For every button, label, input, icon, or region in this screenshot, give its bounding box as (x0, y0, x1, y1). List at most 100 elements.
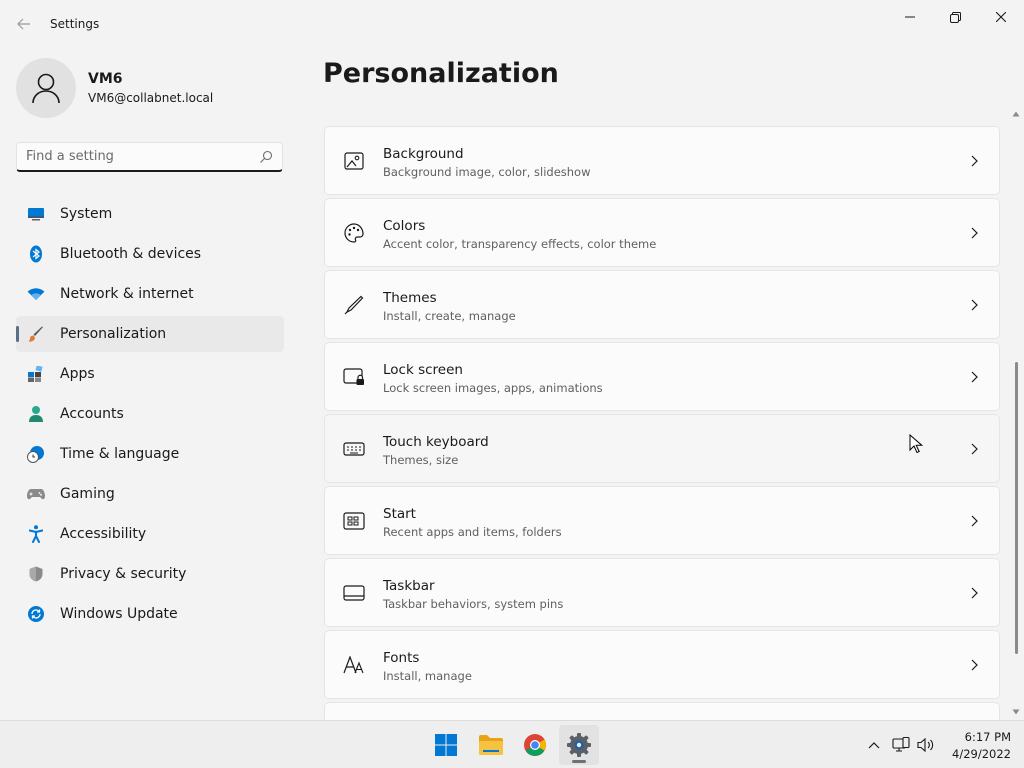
card-touch-keyboard[interactable]: Touch keyboard Themes, size (324, 414, 1000, 483)
wifi-icon (27, 285, 45, 303)
minimize-button[interactable] (887, 4, 933, 30)
user-icon (32, 73, 60, 104)
chevron-right-icon (971, 155, 978, 167)
sidebar-item-windows-update[interactable]: Windows Update (16, 596, 284, 632)
sidebar-item-label: Accessibility (60, 526, 147, 542)
settings-icon (567, 733, 591, 757)
card-title: Start (383, 506, 416, 522)
chevron-up-icon (868, 742, 880, 749)
sidebar-item-label: System (60, 206, 113, 222)
settings-taskbar-button[interactable] (559, 725, 599, 765)
chevron-right-icon (971, 227, 978, 239)
clock-date[interactable]: 4/29/2022 (945, 747, 1011, 761)
close-icon (996, 12, 1006, 22)
sidebar-item-label: Network & internet (60, 286, 194, 302)
back-arrow-icon (17, 18, 30, 30)
title-bar: Settings (0, 0, 1024, 48)
card-subtitle: Accent color, transparency effects, colo… (383, 237, 657, 251)
back-button[interactable] (12, 12, 36, 36)
card-title: Lock screen (383, 362, 463, 378)
card-taskbar[interactable]: Taskbar Taskbar behaviors, system pins (324, 558, 1000, 627)
settings-cards: Background Background image, color, slid… (324, 126, 1000, 720)
card-subtitle: Install, manage (383, 669, 472, 683)
card-next-partial[interactable] (324, 702, 1000, 720)
search-box[interactable] (16, 142, 283, 172)
chevron-right-icon (971, 371, 978, 383)
sidebar-item-label: Privacy & security (60, 566, 187, 582)
card-title: Background (383, 146, 464, 162)
sidebar-nav: System Bluetooth & devices Network & int… (16, 196, 284, 636)
sidebar-item-gaming[interactable]: Gaming (16, 476, 284, 512)
chevron-right-icon (971, 515, 978, 527)
sidebar-item-label: Accounts (60, 406, 124, 422)
sidebar-item-bluetooth[interactable]: Bluetooth & devices (16, 236, 284, 272)
card-title: Taskbar (383, 578, 435, 594)
user-email: VM6@collabnet.local (88, 91, 214, 105)
sidebar-item-label: Bluetooth & devices (60, 246, 202, 262)
scroll-thumb[interactable] (1015, 362, 1018, 654)
start-button[interactable] (426, 725, 466, 765)
scroll-up-arrow-icon[interactable] (1012, 110, 1020, 118)
search-input[interactable] (26, 149, 246, 164)
sidebar-item-label: Time & language (60, 446, 180, 462)
volume-icon (917, 737, 934, 753)
network-tray-button[interactable] (891, 735, 911, 755)
fonts-icon (343, 654, 365, 676)
card-subtitle: Taskbar behaviors, system pins (383, 597, 564, 611)
close-button[interactable] (978, 4, 1024, 30)
taskbar: 6:17 PM 4/29/2022 (0, 720, 1024, 768)
pen-icon (343, 294, 365, 316)
restore-icon (949, 11, 961, 23)
card-lock-screen[interactable]: Lock screen Lock screen images, apps, an… (324, 342, 1000, 411)
chrome-icon (524, 734, 546, 756)
chevron-right-icon (971, 659, 978, 671)
sidebar-item-accessibility[interactable]: Accessibility (16, 516, 284, 552)
card-title: Fonts (383, 650, 420, 666)
card-fonts[interactable]: Fonts Install, manage (324, 630, 1000, 699)
card-start[interactable]: Start Recent apps and items, folders (324, 486, 1000, 555)
file-explorer-button[interactable] (471, 725, 511, 765)
sidebar-item-privacy-security[interactable]: Privacy & security (16, 556, 284, 592)
sidebar-item-accounts[interactable]: Accounts (16, 396, 284, 432)
sidebar-item-label: Apps (60, 366, 95, 382)
mouse-pointer-icon (909, 434, 923, 454)
show-hidden-icons-button[interactable] (864, 735, 884, 755)
sidebar-item-label: Gaming (60, 486, 115, 502)
scroll-down-arrow-icon[interactable] (1012, 708, 1020, 716)
card-subtitle: Themes, size (383, 453, 459, 467)
card-colors[interactable]: Colors Accent color, transparency effect… (324, 198, 1000, 267)
card-background[interactable]: Background Background image, color, slid… (324, 126, 1000, 195)
card-title: Touch keyboard (383, 434, 489, 450)
sidebar-item-system[interactable]: System (16, 196, 284, 232)
settings-window: Settings VM6 VM6@collabnet.local System … (0, 0, 1024, 720)
card-subtitle: Background image, color, slideshow (383, 165, 591, 179)
gamepad-icon (27, 485, 45, 503)
image-icon (343, 150, 365, 172)
apps-icon (27, 365, 45, 383)
card-subtitle: Lock screen images, apps, animations (383, 381, 603, 395)
volume-tray-button[interactable] (916, 735, 936, 755)
chrome-button[interactable] (515, 725, 555, 765)
maximize-button[interactable] (932, 4, 978, 30)
sidebar-item-apps[interactable]: Apps (16, 356, 284, 392)
minimize-icon (905, 16, 915, 18)
app-title: Settings (50, 17, 100, 31)
user-name: VM6 (88, 71, 123, 87)
clock-time[interactable]: 6:17 PM (955, 730, 1011, 744)
bluetooth-icon (27, 245, 45, 263)
palette-icon (343, 222, 365, 244)
windows-start-icon (435, 734, 457, 756)
shield-icon (27, 565, 45, 583)
sidebar-item-network[interactable]: Network & internet (16, 276, 284, 312)
scrollbar[interactable] (1010, 110, 1022, 720)
card-themes[interactable]: Themes Install, create, manage (324, 270, 1000, 339)
brush-icon (27, 325, 45, 343)
start-icon (343, 510, 365, 532)
chevron-right-icon (971, 299, 978, 311)
card-subtitle: Install, create, manage (383, 309, 516, 323)
sidebar-item-personalization[interactable]: Personalization (16, 316, 284, 352)
accessibility-icon (27, 525, 45, 543)
network-icon (892, 737, 910, 752)
sidebar-item-time-language[interactable]: Time & language (16, 436, 284, 472)
avatar[interactable] (16, 58, 76, 118)
